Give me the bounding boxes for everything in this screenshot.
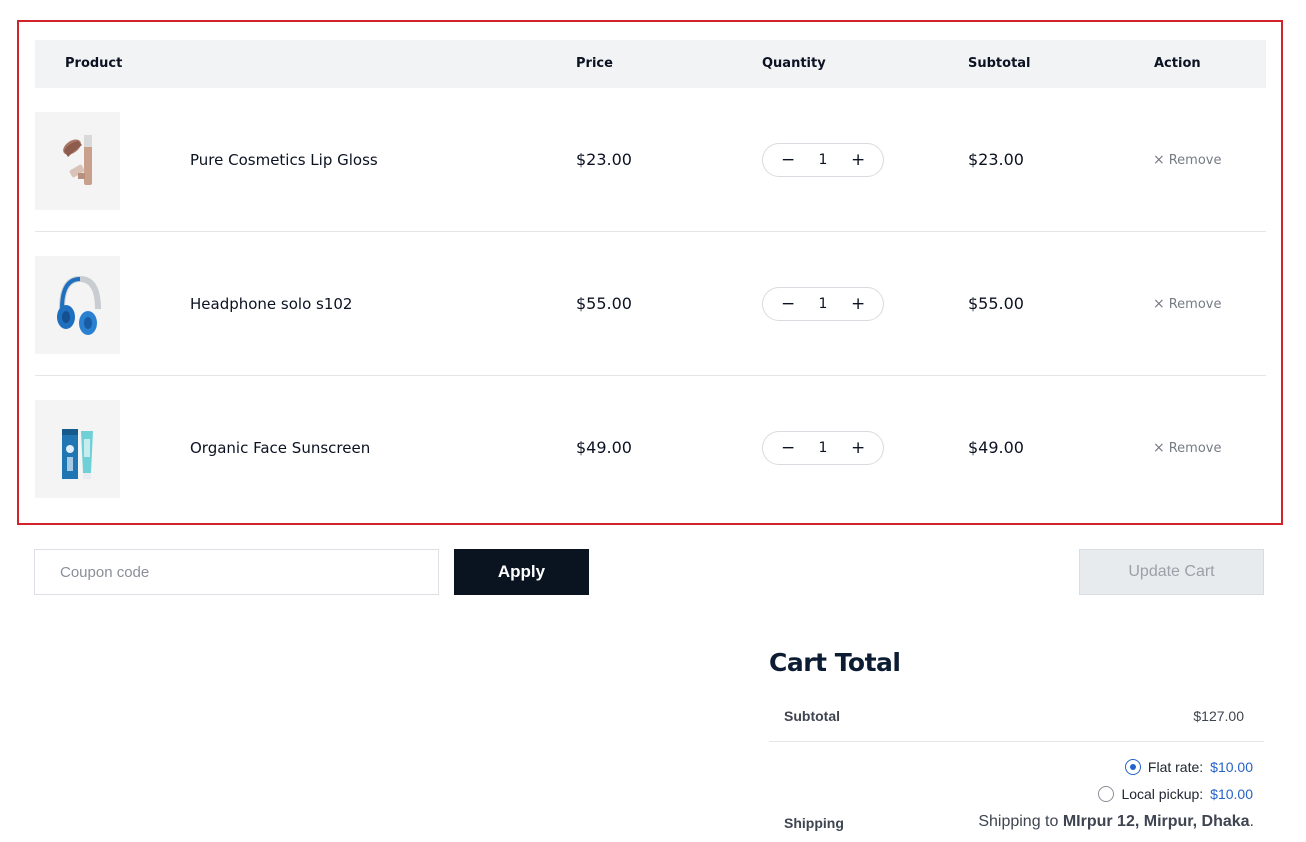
quantity-stepper: − 1 + [762, 287, 884, 321]
header-price: Price [576, 56, 613, 71]
shipping-address: MIrpur 12, Mirpur, Dhaka [1062, 813, 1250, 830]
shipping-option-local-pickup[interactable]: Local pickup: $10.00 [1098, 786, 1253, 802]
subtotal-value: $127.00 [1193, 708, 1244, 724]
close-icon: × [1153, 440, 1165, 456]
product-price: $23.00 [576, 150, 632, 169]
decrease-quantity-button[interactable]: − [781, 151, 795, 169]
header-quantity: Quantity [762, 56, 826, 71]
product-price: $55.00 [576, 294, 632, 313]
table-row: Headphone solo s102 $55.00 − 1 + $55.00 … [35, 232, 1266, 376]
cart-total-title: Cart Total [769, 648, 901, 677]
radio-button-checked[interactable] [1124, 759, 1141, 775]
quantity-stepper: − 1 + [762, 431, 884, 465]
remove-button[interactable]: × Remove [1153, 296, 1222, 312]
remove-label: Remove [1168, 152, 1222, 168]
header-subtotal: Subtotal [968, 56, 1031, 71]
close-icon: × [1153, 296, 1165, 312]
cart-table: Product Price Quantity Subtotal Action P… [17, 20, 1283, 525]
row-subtotal: $49.00 [968, 438, 1024, 457]
header-action: Action [1154, 56, 1201, 71]
remove-button[interactable]: × Remove [1153, 152, 1222, 168]
product-name[interactable]: Pure Cosmetics Lip Gloss [190, 151, 378, 169]
quantity-stepper: − 1 + [762, 143, 884, 177]
table-header: Product Price Quantity Subtotal Action [35, 40, 1266, 88]
increase-quantity-button[interactable]: + [851, 439, 865, 457]
remove-label: Remove [1168, 296, 1222, 312]
local-pickup-label: Local pickup: [1121, 786, 1204, 802]
local-pickup-price: $10.00 [1210, 786, 1253, 802]
subtotal-label: Subtotal [784, 708, 840, 724]
remove-button[interactable]: × Remove [1153, 440, 1222, 456]
increase-quantity-button[interactable]: + [851, 151, 865, 169]
divider [769, 741, 1264, 742]
shipping-label: Shipping [784, 815, 844, 831]
flat-rate-price: $10.00 [1210, 759, 1253, 775]
increase-quantity-button[interactable]: + [851, 295, 865, 313]
shipping-to-prefix: Shipping to [978, 813, 1059, 830]
quantity-value[interactable]: 1 [819, 440, 828, 456]
close-icon: × [1153, 152, 1165, 168]
product-price: $49.00 [576, 438, 632, 457]
lip-gloss-image[interactable] [35, 112, 120, 210]
table-row: Pure Cosmetics Lip Gloss $23.00 − 1 + $2… [35, 88, 1266, 232]
sunscreen-image[interactable] [35, 400, 120, 498]
decrease-quantity-button[interactable]: − [781, 439, 795, 457]
header-product: Product [65, 56, 123, 71]
headphone-image[interactable] [35, 256, 120, 354]
row-subtotal: $23.00 [968, 150, 1024, 169]
quantity-value[interactable]: 1 [819, 296, 828, 312]
shipping-destination: Shipping to MIrpur 12, Mirpur, Dhaka. [978, 813, 1254, 831]
decrease-quantity-button[interactable]: − [781, 295, 795, 313]
product-name[interactable]: Headphone solo s102 [190, 295, 352, 313]
row-subtotal: $55.00 [968, 294, 1024, 313]
quantity-value[interactable]: 1 [819, 152, 828, 168]
product-name[interactable]: Organic Face Sunscreen [190, 439, 370, 457]
remove-label: Remove [1168, 440, 1222, 456]
coupon-code-input[interactable] [34, 549, 439, 595]
radio-button[interactable] [1098, 786, 1115, 802]
table-row: Organic Face Sunscreen $49.00 − 1 + $49.… [35, 376, 1266, 520]
flat-rate-label: Flat rate: [1147, 759, 1204, 775]
apply-coupon-button[interactable]: Apply [454, 549, 589, 595]
shipping-to-suffix: . [1249, 813, 1254, 830]
shipping-option-flat-rate[interactable]: Flat rate: $10.00 [1124, 759, 1253, 775]
update-cart-button[interactable]: Update Cart [1079, 549, 1264, 595]
